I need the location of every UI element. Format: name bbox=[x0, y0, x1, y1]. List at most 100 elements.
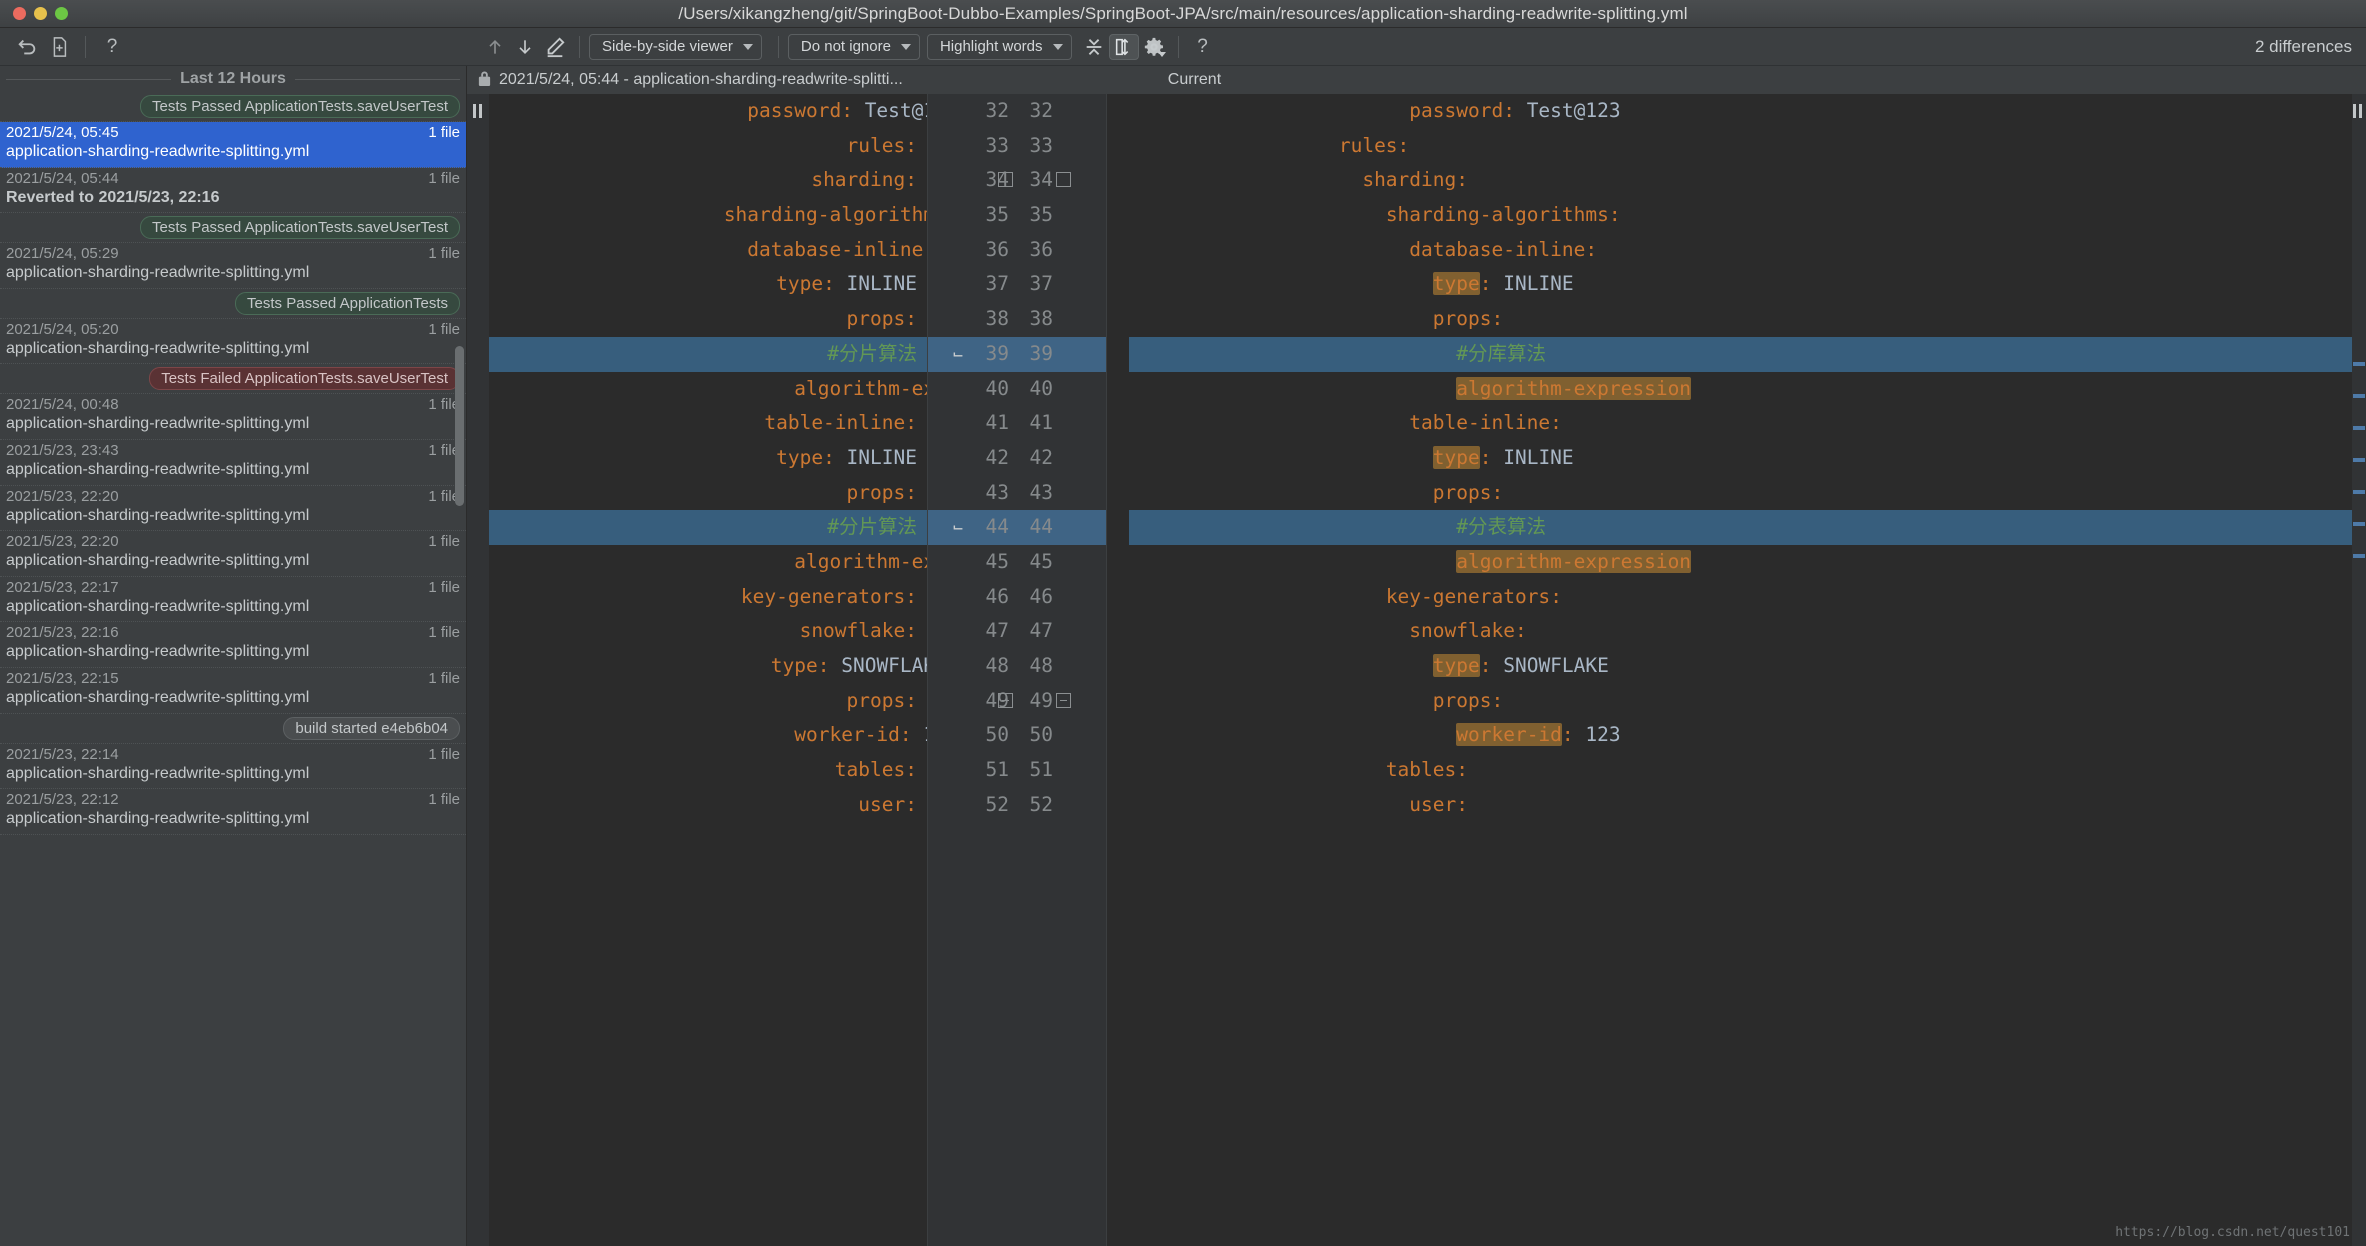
left-line-number: 48 bbox=[985, 654, 1009, 677]
history-revision-item[interactable]: 2021/5/23, 23:43 1 file application-shardi… bbox=[0, 440, 466, 486]
code-key: algorithm-expressi bbox=[794, 549, 927, 573]
code-line: table-inline: bbox=[489, 406, 927, 441]
code-separator: : bbox=[1479, 445, 1504, 469]
gutter-row: 32 32 bbox=[927, 94, 1107, 129]
accept-change-icon[interactable]: ⌐ bbox=[953, 337, 963, 372]
revision-label: application-sharding-readwrite-splitting… bbox=[6, 764, 310, 782]
left-line-number: 47 bbox=[985, 619, 1009, 643]
prev-difference-icon[interactable] bbox=[480, 33, 510, 61]
revision-label: application-sharding-readwrite-splitting… bbox=[6, 597, 310, 615]
right-line-number: 51 bbox=[1029, 758, 1053, 782]
history-revision-item[interactable]: 2021/5/23, 22:16 1 file application-shardi… bbox=[0, 622, 466, 668]
left-line-number: 49 bbox=[927, 684, 1015, 719]
accept-change-icon[interactable]: ⌐ bbox=[953, 510, 963, 545]
left-collapse-marker-icon[interactable] bbox=[473, 104, 483, 118]
history-revision-item[interactable]: 2021/5/23, 22:12 1 file application-shardi… bbox=[0, 789, 466, 835]
zoom-button[interactable] bbox=[55, 7, 68, 20]
history-revision-item[interactable]: 2021/5/24, 05:44 1 file Reverted to 2021/5… bbox=[0, 168, 466, 214]
diff-marker[interactable] bbox=[2353, 394, 2365, 398]
code-key: algorithm-expressi bbox=[794, 376, 927, 400]
gutter-row: 37 37 bbox=[927, 267, 1107, 302]
history-revision-item[interactable]: 2021/5/23, 22:14 1 file application-shardi… bbox=[0, 744, 466, 790]
code-separator: : bbox=[905, 584, 917, 608]
diff-right-pane[interactable]: password: Test@123 rules: sharding: shar… bbox=[1107, 94, 2366, 1246]
right-line-number: 48 bbox=[1029, 654, 1053, 677]
diff-marker[interactable] bbox=[2353, 426, 2365, 430]
viewer-mode-dropdown[interactable]: Side-by-side viewer bbox=[589, 33, 762, 60]
gutter-row: 42 42 bbox=[927, 441, 1107, 476]
code-line: type: INLINE bbox=[1129, 441, 2366, 476]
left-line-number: 51 bbox=[985, 758, 1009, 782]
gutter-row: 38 38 bbox=[927, 302, 1107, 337]
revert-file-icon[interactable] bbox=[44, 33, 74, 61]
code-separator: : bbox=[1491, 688, 1504, 712]
code-line: algorithm-expression bbox=[1129, 545, 2366, 580]
code-line: props: bbox=[489, 302, 927, 337]
gutter-row: 36 36 bbox=[927, 233, 1107, 268]
code-line: algorithm-expression bbox=[1129, 372, 2366, 407]
close-button[interactable] bbox=[13, 7, 26, 20]
revision-label: application-sharding-readwrite-splitting… bbox=[6, 415, 310, 433]
differences-count: 2 differences bbox=[2254, 36, 2352, 56]
revision-timestamp: 2021/5/23, 22:12 bbox=[6, 791, 119, 809]
help-icon-2[interactable]: ? bbox=[1188, 33, 1218, 61]
gutter-row: 33 33 bbox=[927, 129, 1107, 164]
code-value: Test@123 bbox=[1526, 99, 1621, 122]
diff-marker[interactable] bbox=[2353, 490, 2365, 494]
code-key: sharding bbox=[811, 168, 906, 192]
code-line: props: bbox=[489, 476, 927, 511]
code-line: sharding-algorithms: bbox=[489, 198, 927, 233]
code-key: type bbox=[1432, 654, 1480, 677]
collapse-unchanged-icon[interactable] bbox=[1079, 34, 1109, 60]
right-line-number: 49 bbox=[1015, 684, 1107, 719]
right-code-lines: password: Test@123 rules: sharding: shar… bbox=[1129, 94, 2366, 822]
code-key: user bbox=[858, 792, 906, 816]
next-difference-icon[interactable] bbox=[510, 33, 540, 61]
history-revision-item[interactable]: 2021/5/23, 22:17 1 file application-shardi… bbox=[0, 577, 466, 623]
gutter-row: 35 35 bbox=[927, 198, 1107, 233]
diff-left-pane[interactable]: password: Test@123 rules: sharding: shar… bbox=[467, 94, 927, 1246]
pencil-icon[interactable] bbox=[540, 33, 570, 61]
diff-marker[interactable] bbox=[2353, 554, 2365, 558]
highlight-mode-dropdown[interactable]: Highlight words bbox=[926, 33, 1072, 60]
minimize-button[interactable] bbox=[34, 7, 47, 20]
chevron-down-icon bbox=[742, 43, 753, 50]
revision-timestamp: 2021/5/24, 05:44 bbox=[6, 169, 119, 187]
synchronize-scroll-icon[interactable] bbox=[1108, 33, 1139, 60]
history-revision-item[interactable]: 2021/5/23, 22:15 1 file application-shardi… bbox=[0, 668, 466, 714]
history-revision-item[interactable]: 2021/5/24, 05:20 1 file application-shardi… bbox=[0, 319, 466, 365]
fold-open-icon[interactable] bbox=[998, 172, 1013, 188]
undo-icon[interactable] bbox=[12, 33, 42, 61]
revision-timestamp: 2021/5/23, 22:14 bbox=[6, 745, 119, 763]
code-key: key-generators bbox=[1385, 584, 1551, 608]
right-line-number: 39 bbox=[1029, 341, 1053, 365]
revision-timestamp: 2021/5/23, 22:16 bbox=[6, 624, 119, 642]
history-revision-item[interactable]: 2021/5/23, 22:20 1 file application-shardi… bbox=[0, 531, 466, 577]
local-history-sidebar[interactable]: Last 12 Hours Tests Passed ApplicationTe… bbox=[0, 66, 467, 1246]
gear-icon[interactable] bbox=[1139, 34, 1169, 60]
help-icon[interactable]: ? bbox=[97, 33, 127, 61]
revision-timestamp: 2021/5/24, 05:20 bbox=[6, 320, 119, 338]
right-scroll-strip[interactable] bbox=[2352, 94, 2366, 1246]
chevron-down-icon bbox=[900, 43, 911, 50]
diff-marker[interactable] bbox=[2353, 362, 2365, 366]
history-revision-item[interactable]: 2021/5/24, 00:48 1 file application-shardi… bbox=[0, 394, 466, 440]
diff-marker[interactable] bbox=[2353, 522, 2365, 526]
history-revision-item[interactable]: 2021/5/24, 05:29 1 file application-shardi… bbox=[0, 243, 466, 289]
code-line: #分表算法 bbox=[1129, 510, 2366, 545]
code-key: snowflake bbox=[1409, 619, 1515, 643]
fold-open-icon[interactable] bbox=[1056, 172, 1071, 188]
fold-closed-icon[interactable] bbox=[998, 692, 1013, 708]
fold-closed-icon[interactable] bbox=[1056, 692, 1071, 708]
code-key: type bbox=[776, 445, 824, 469]
history-list[interactable]: Tests Passed ApplicationTests.saveUserTe… bbox=[0, 92, 466, 835]
history-revision-item[interactable]: 2021/5/23, 22:20 1 file application-shardi… bbox=[0, 486, 466, 532]
ignore-mode-dropdown[interactable]: Do not ignore bbox=[787, 33, 920, 60]
sidebar-scrollbar[interactable] bbox=[455, 346, 464, 506]
history-revision-item[interactable]: 2021/5/24, 05:45 1 file application-shardi… bbox=[0, 122, 466, 168]
diff-marker[interactable] bbox=[2353, 458, 2365, 462]
code-line: worker-id: 123 bbox=[489, 718, 927, 753]
